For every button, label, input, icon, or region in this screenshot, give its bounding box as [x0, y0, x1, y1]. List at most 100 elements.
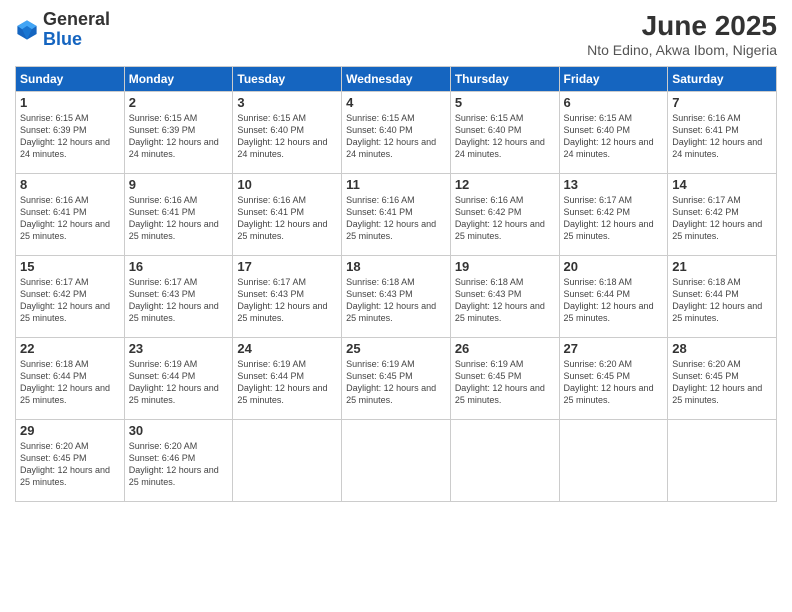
day-info: Sunrise: 6:18 AMSunset: 6:44 PMDaylight:…: [20, 358, 120, 407]
table-cell: 24 Sunrise: 6:19 AMSunset: 6:44 PMDayligh…: [233, 338, 342, 420]
table-cell: 4Sunrise: 6:15 AMSunset: 6:40 PMDaylight…: [342, 92, 451, 174]
calendar-subtitle: Nto Edino, Akwa Ibom, Nigeria: [587, 42, 777, 58]
table-cell: [559, 420, 668, 502]
table-cell: [450, 420, 559, 502]
day-info: Sunrise: 6:16 AMSunset: 6:41 PMDaylight:…: [672, 112, 772, 161]
header: General Blue June 2025 Nto Edino, Akwa I…: [15, 10, 777, 58]
table-cell: 9Sunrise: 6:16 AMSunset: 6:41 PMDaylight…: [124, 174, 233, 256]
day-info: Sunrise: 6:15 AMSunset: 6:40 PMDaylight:…: [564, 112, 664, 161]
table-cell: 19 Sunrise: 6:18 AMSunset: 6:43 PMDayligh…: [450, 256, 559, 338]
day-info: Sunrise: 6:16 AMSunset: 6:41 PMDaylight:…: [129, 194, 229, 243]
day-info: Sunrise: 6:19 AMSunset: 6:44 PMDaylight:…: [129, 358, 229, 407]
col-saturday: Saturday: [668, 67, 777, 92]
day-number: 27: [564, 341, 664, 356]
table-cell: 2 Sunrise: 6:15 AMSunset: 6:39 PMDaylight…: [124, 92, 233, 174]
day-number: 18: [346, 259, 446, 274]
day-info: Sunrise: 6:18 AMSunset: 6:44 PMDaylight:…: [564, 276, 664, 325]
table-cell: 10 Sunrise: 6:16 AMSunset: 6:41 PMDayligh…: [233, 174, 342, 256]
day-number: 20: [564, 259, 664, 274]
day-number: 6: [564, 95, 664, 110]
day-number: 15: [20, 259, 120, 274]
table-cell: 6 Sunrise: 6:15 AMSunset: 6:40 PMDaylight…: [559, 92, 668, 174]
table-cell: 17 Sunrise: 6:17 AMSunset: 6:43 PMDayligh…: [233, 256, 342, 338]
day-number: 5: [455, 95, 555, 110]
header-row: Sunday Monday Tuesday Wednesday Thursday…: [16, 67, 777, 92]
day-info: Sunrise: 6:16 AMSunset: 6:41 PMDaylight:…: [346, 194, 446, 243]
table-cell: 11 Sunrise: 6:16 AMSunset: 6:41 PMDayligh…: [342, 174, 451, 256]
day-info: Sunrise: 6:17 AMSunset: 6:43 PMDaylight:…: [237, 276, 337, 325]
table-cell: 28Sunrise: 6:20 AMSunset: 6:45 PMDayligh…: [668, 338, 777, 420]
day-info: Sunrise: 6:15 AMSunset: 6:40 PMDaylight:…: [455, 112, 555, 161]
calendar-table: Sunday Monday Tuesday Wednesday Thursday…: [15, 66, 777, 502]
table-cell: 1 Sunrise: 6:15 AMSunset: 6:39 PMDaylight…: [16, 92, 125, 174]
week-row-2: 8 Sunrise: 6:16 AMSunset: 6:41 PMDaylight…: [16, 174, 777, 256]
logo-icon: [15, 18, 39, 42]
day-number: 17: [237, 259, 337, 274]
day-info: Sunrise: 6:19 AMSunset: 6:44 PMDaylight:…: [237, 358, 337, 407]
table-cell: 30Sunrise: 6:20 AMSunset: 6:46 PMDayligh…: [124, 420, 233, 502]
day-number: 22: [20, 341, 120, 356]
day-number: 3: [237, 95, 337, 110]
day-info: Sunrise: 6:17 AMSunset: 6:42 PMDaylight:…: [564, 194, 664, 243]
table-cell: 18 Sunrise: 6:18 AMSunset: 6:43 PMDayligh…: [342, 256, 451, 338]
col-tuesday: Tuesday: [233, 67, 342, 92]
day-number: 29: [20, 423, 120, 438]
table-cell: 3Sunrise: 6:15 AMSunset: 6:40 PMDaylight…: [233, 92, 342, 174]
day-info: Sunrise: 6:15 AMSunset: 6:39 PMDaylight:…: [20, 112, 120, 161]
col-thursday: Thursday: [450, 67, 559, 92]
day-number: 12: [455, 177, 555, 192]
day-number: 23: [129, 341, 229, 356]
logo: General Blue: [15, 10, 110, 50]
table-cell: 15 Sunrise: 6:17 AMSunset: 6:42 PMDayligh…: [16, 256, 125, 338]
day-number: 16: [129, 259, 229, 274]
day-number: 21: [672, 259, 772, 274]
day-info: Sunrise: 6:18 AMSunset: 6:44 PMDaylight:…: [672, 276, 772, 325]
col-monday: Monday: [124, 67, 233, 92]
day-number: 7: [672, 95, 772, 110]
day-number: 24: [237, 341, 337, 356]
table-cell: [342, 420, 451, 502]
table-cell: 12 Sunrise: 6:16 AMSunset: 6:42 PMDayligh…: [450, 174, 559, 256]
table-cell: 23 Sunrise: 6:19 AMSunset: 6:44 PMDayligh…: [124, 338, 233, 420]
table-cell: 26 Sunrise: 6:19 AMSunset: 6:45 PMDayligh…: [450, 338, 559, 420]
table-cell: 27 Sunrise: 6:20 AMSunset: 6:45 PMDayligh…: [559, 338, 668, 420]
week-row-1: 1 Sunrise: 6:15 AMSunset: 6:39 PMDaylight…: [16, 92, 777, 174]
day-number: 19: [455, 259, 555, 274]
table-cell: 20 Sunrise: 6:18 AMSunset: 6:44 PMDayligh…: [559, 256, 668, 338]
day-number: 14: [672, 177, 772, 192]
day-number: 26: [455, 341, 555, 356]
table-cell: 8 Sunrise: 6:16 AMSunset: 6:41 PMDaylight…: [16, 174, 125, 256]
logo-text: General Blue: [43, 10, 110, 50]
logo-general: General: [43, 9, 110, 29]
table-cell: 14Sunrise: 6:17 AMSunset: 6:42 PMDayligh…: [668, 174, 777, 256]
day-number: 1: [20, 95, 120, 110]
day-info: Sunrise: 6:19 AMSunset: 6:45 PMDaylight:…: [346, 358, 446, 407]
table-cell: [668, 420, 777, 502]
day-info: Sunrise: 6:20 AMSunset: 6:45 PMDaylight:…: [20, 440, 120, 489]
table-cell: 25 Sunrise: 6:19 AMSunset: 6:45 PMDayligh…: [342, 338, 451, 420]
day-info: Sunrise: 6:16 AMSunset: 6:41 PMDaylight:…: [20, 194, 120, 243]
day-info: Sunrise: 6:15 AMSunset: 6:40 PMDaylight:…: [346, 112, 446, 161]
day-info: Sunrise: 6:17 AMSunset: 6:42 PMDaylight:…: [20, 276, 120, 325]
day-info: Sunrise: 6:20 AMSunset: 6:45 PMDaylight:…: [564, 358, 664, 407]
logo-blue: Blue: [43, 29, 82, 49]
col-wednesday: Wednesday: [342, 67, 451, 92]
day-number: 25: [346, 341, 446, 356]
day-info: Sunrise: 6:18 AMSunset: 6:43 PMDaylight:…: [346, 276, 446, 325]
table-cell: 29 Sunrise: 6:20 AMSunset: 6:45 PMDayligh…: [16, 420, 125, 502]
week-row-4: 22 Sunrise: 6:18 AMSunset: 6:44 PMDayligh…: [16, 338, 777, 420]
day-number: 10: [237, 177, 337, 192]
day-number: 2: [129, 95, 229, 110]
day-info: Sunrise: 6:19 AMSunset: 6:45 PMDaylight:…: [455, 358, 555, 407]
table-cell: 13Sunrise: 6:17 AMSunset: 6:42 PMDayligh…: [559, 174, 668, 256]
week-row-3: 15 Sunrise: 6:17 AMSunset: 6:42 PMDayligh…: [16, 256, 777, 338]
day-info: Sunrise: 6:16 AMSunset: 6:42 PMDaylight:…: [455, 194, 555, 243]
day-info: Sunrise: 6:16 AMSunset: 6:41 PMDaylight:…: [237, 194, 337, 243]
day-info: Sunrise: 6:18 AMSunset: 6:43 PMDaylight:…: [455, 276, 555, 325]
day-number: 11: [346, 177, 446, 192]
table-cell: 22 Sunrise: 6:18 AMSunset: 6:44 PMDayligh…: [16, 338, 125, 420]
day-info: Sunrise: 6:15 AMSunset: 6:39 PMDaylight:…: [129, 112, 229, 161]
table-cell: [233, 420, 342, 502]
day-number: 8: [20, 177, 120, 192]
day-number: 30: [129, 423, 229, 438]
